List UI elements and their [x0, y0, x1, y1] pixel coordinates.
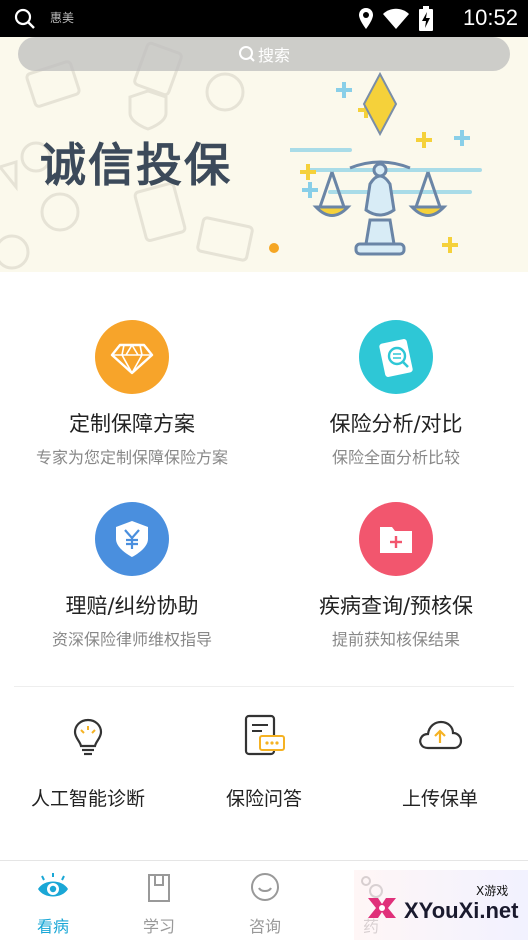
tool-label: 上传保单	[401, 788, 478, 810]
status-icons	[358, 6, 434, 32]
feature-subtitle: 专家为您定制保障保险方案	[35, 448, 228, 467]
tab-label: 学习	[142, 917, 175, 936]
search-placeholder: 搜索	[257, 46, 290, 65]
location-icon	[359, 8, 373, 29]
scale-illustration	[290, 72, 482, 256]
search-bar[interactable]: 搜索	[18, 37, 510, 71]
status-bar: 惠美 10:52	[0, 0, 528, 37]
feature-subtitle: 提前获知核保结果	[331, 630, 460, 649]
feature-analysis[interactable]: 保险分析/对比 保险全面分析比较	[264, 320, 528, 468]
book-icon	[148, 874, 170, 902]
folder-plus-icon	[359, 502, 433, 576]
tools-row: 人工智能诊断 保险问答 上传保单	[0, 712, 528, 822]
feature-claims[interactable]: 理赔/纠纷协助 资深保险律师维权指导	[0, 502, 264, 650]
battery-icon	[419, 6, 433, 31]
feature-grid: 定制保障方案 专家为您定制保障保险方案 保险分析/对比 保险全面分析比较 理赔/…	[0, 290, 528, 680]
tool-insurance-qa[interactable]: 保险问答	[176, 712, 352, 811]
feature-title: 理赔/纠纷协助	[65, 594, 199, 618]
feature-subtitle: 保险全面分析比较	[331, 448, 460, 467]
chat-bubble-icon	[251, 873, 279, 901]
tool-label: 人工智能诊断	[30, 788, 145, 810]
carousel-indicator[interactable]	[269, 243, 279, 253]
document-search-icon	[359, 320, 433, 394]
tab-see-doctor[interactable]: 看病	[0, 871, 106, 937]
chat-document-icon	[244, 714, 285, 756]
banner-title: 诚信投保	[40, 138, 232, 192]
feature-disease-query[interactable]: 疾病查询/预核保 提前获知核保结果	[264, 502, 528, 650]
tab-study[interactable]: 学习	[106, 871, 212, 937]
search-icon	[238, 46, 255, 62]
watermark-tag: X游戏	[476, 884, 509, 898]
tool-upload-policy[interactable]: 上传保单	[352, 712, 528, 811]
tool-label: 保险问答	[225, 788, 302, 810]
feature-title: 疾病查询/预核保	[318, 594, 474, 618]
status-time: 10:52	[462, 5, 518, 30]
diamond-icon	[95, 320, 169, 394]
cloud-upload-icon	[419, 720, 463, 750]
search-icon[interactable]	[14, 8, 36, 30]
lightbulb-icon	[73, 718, 103, 756]
eye-icon	[38, 873, 68, 897]
watermark-brand: XYouXi.net	[404, 898, 519, 923]
status-app-label: 惠美	[50, 11, 75, 25]
feature-subtitle: 资深保险律师维权指导	[51, 630, 212, 649]
feature-custom-plan[interactable]: 定制保障方案 专家为您定制保障保险方案	[0, 320, 264, 468]
feature-title: 定制保障方案	[69, 412, 195, 436]
tool-ai-diagnosis[interactable]: 人工智能诊断	[0, 712, 176, 811]
gamepad-logo-icon	[368, 898, 396, 918]
watermark: X游戏 XYouXi.net	[354, 870, 528, 940]
divider	[14, 686, 514, 687]
banner[interactable]: 诚信投保	[0, 37, 528, 272]
feature-title: 保险分析/对比	[329, 412, 463, 436]
tab-consult[interactable]: 咨询	[212, 871, 318, 937]
tab-label: 咨询	[248, 917, 281, 936]
tab-label: 看病	[36, 917, 69, 936]
wifi-icon	[383, 8, 409, 29]
shield-yuan-icon	[95, 502, 169, 576]
